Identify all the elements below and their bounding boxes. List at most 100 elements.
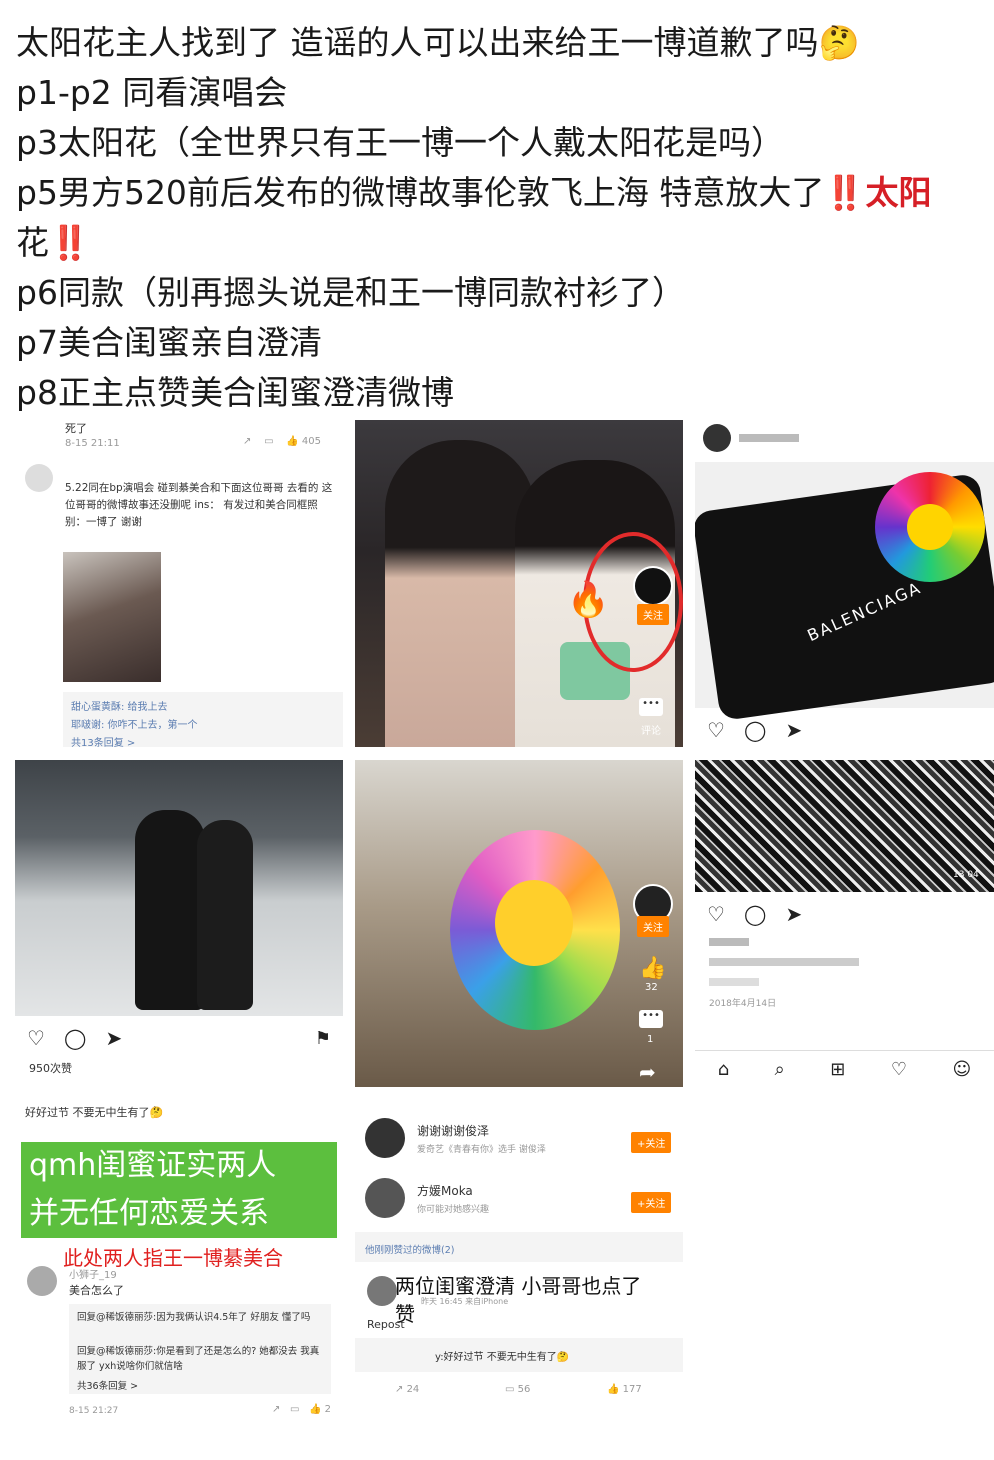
section-header: 他刚刚赞过的微博(2) [355, 1232, 683, 1262]
overlay-caption: qmh闺蜜证实两人 并无任何恋爱关系 [21, 1142, 337, 1238]
follow-button[interactable]: 关注 [637, 604, 669, 625]
post-line: p8正主点赞美合闺蜜澄清微博 [16, 373, 454, 412]
reply-box: 回复@稀饭德丽莎:因为我俩认识4.5年了 好朋友 懂了吗 回复@稀饭德丽莎:你是… [69, 1304, 331, 1394]
search-icon[interactable]: ⌕ [775, 1059, 785, 1080]
reply: 回复@稀饭德丽莎:因为我俩认识4.5年了 好朋友 懂了吗 [77, 1312, 311, 1323]
comment-icon[interactable]: ••• [639, 1010, 663, 1028]
bookmark-icon[interactable]: ⚑ [315, 1028, 331, 1049]
overlay-line: 并无任何恋爱关系 [29, 1196, 269, 1231]
follow-button[interactable]: +关注 [631, 1132, 672, 1153]
send-icon[interactable]: ➤ [786, 902, 803, 926]
post-line: p7美合闺蜜亲自澄清 [16, 323, 322, 362]
avatar[interactable] [27, 1266, 57, 1296]
like-count: 405 [301, 436, 322, 447]
like-button[interactable]: 👍 177 [607, 1384, 642, 1395]
post-line: p3太阳花（全世界只有王一博一个人戴太阳花是吗） [16, 123, 784, 162]
heart-icon[interactable]: ♡ [891, 1059, 907, 1080]
comment-icon[interactable]: ▭ [264, 436, 273, 447]
p1-top-text: 死了 [65, 422, 87, 435]
image-grid: 死了 8-15 21:11 ↗ ▭ 👍 405 5.22同在bp演唱会 碰到綦美… [0, 420, 994, 1460]
person-left [385, 440, 535, 747]
like-icon[interactable]: 👍 [286, 436, 298, 447]
p1-meta: 8-15 21:11 [65, 438, 120, 449]
username [709, 938, 749, 946]
quoted-text: y:好好过节 不要无中生有了🤔 [435, 1352, 570, 1363]
avatar[interactable] [25, 464, 53, 492]
image-p8[interactable]: 谢谢谢谢俊泽 爱奇艺《青春有你》选手 谢俊泽 +关注 方媛Moka 你可能对她感… [355, 1100, 683, 1428]
section-title: 他刚刚赞过的微博(2) [365, 1245, 455, 1256]
post-line: 花‼️ [16, 223, 91, 262]
action-bar: ♡ ◯ ➤ [707, 902, 816, 926]
home-icon[interactable]: ⌂ [718, 1059, 729, 1080]
image-p6[interactable]: 13 04 ♡ ◯ ➤ 2018年4月14日 ⌂ ⌕ ⊞ ♡ ☺ [695, 760, 994, 1087]
user-name: 谢谢谢谢俊泽 [417, 1124, 490, 1138]
like-icon[interactable]: 👍 [309, 1404, 321, 1415]
post-line: p6同款（别再摁头说是和王一博同款衬衫了） [16, 273, 685, 312]
comment-text: 美合怎么了 [69, 1284, 124, 1297]
photo-timestamp: 13 04 [953, 870, 979, 880]
post-line: p5男方520前后发布的微博故事伦敦飞上海 特意放大了‼️太阳 [16, 168, 992, 218]
more-replies-link[interactable]: 共13条回复 > [71, 734, 135, 747]
flower-center [495, 880, 573, 966]
post-text: 太阳花主人找到了 造谣的人可以出来给王一博道歉了吗🤔 p1-p2 同看演唱会 p… [16, 18, 992, 418]
image-p1[interactable]: 死了 8-15 21:11 ↗ ▭ 👍 405 5.22同在bp演唱会 碰到綦美… [15, 420, 343, 747]
p1-replies: 甜心蛋黄酥: 给我上去 耶啵谢: 你咋不上去，第一个 共13条回复 > [63, 692, 343, 747]
share-icon[interactable]: ➦ [639, 1060, 656, 1084]
repost-button[interactable]: ↗ 24 [395, 1384, 419, 1395]
comment-icon[interactable]: ◯ [64, 1026, 86, 1050]
profile-icon[interactable]: ☺ [952, 1059, 971, 1080]
image-p5[interactable]: 关注 👍 32 ••• 1 ➦ [355, 760, 683, 1087]
image-p2[interactable]: 🔥 关注 ••• 评论 [355, 420, 683, 747]
avatar[interactable] [633, 566, 673, 606]
flower-face [907, 504, 953, 550]
post-line-emoji: ‼️太阳 [824, 173, 932, 212]
avatar[interactable] [703, 424, 731, 452]
comment-icon[interactable]: ◯ [744, 902, 766, 926]
post-date: 2018年4月14日 [709, 999, 777, 1009]
p1-content: 5.22同在bp演唱会 碰到綦美合和下面这位哥哥 去看的 这位哥哥的微博故事还没… [65, 482, 333, 528]
avatar[interactable] [365, 1118, 405, 1158]
overlay-caption: 两位闺蜜澄清 小哥哥也点了 [395, 1274, 642, 1298]
username: 小狮子_19 [69, 1270, 117, 1281]
comment-icon[interactable]: ▭ [290, 1404, 299, 1415]
like-count: 2 [324, 1404, 331, 1415]
send-icon[interactable]: ➤ [786, 718, 803, 742]
share-icon[interactable]: ↗ [243, 436, 251, 447]
heart-icon[interactable]: ♡ [707, 902, 725, 926]
image-p4[interactable]: ♡ ◯ ➤ ⚑ 950次赞 [15, 760, 343, 1087]
comments [709, 978, 759, 986]
comment-button[interactable]: ▭ 56 [505, 1384, 530, 1395]
follow-button[interactable]: 关注 [637, 916, 669, 937]
meta: 8-15 21:27 [69, 1406, 119, 1416]
image-p3[interactable]: BALENCIAGA ♡ ◯ ➤ [695, 420, 994, 747]
comment-count: 1 [647, 1034, 654, 1045]
like-count: 32 [645, 982, 658, 993]
caption [709, 958, 859, 966]
tweed-photo [695, 760, 994, 892]
user-subtitle: 你可能对她感兴趣 [417, 1205, 490, 1215]
quoted-post[interactable]: y:好好过节 不要无中生有了🤔 [355, 1338, 683, 1372]
comment-icon[interactable]: ◯ [744, 718, 766, 742]
heart-icon[interactable]: ♡ [27, 1026, 45, 1050]
avatar[interactable] [365, 1178, 405, 1218]
image-p7[interactable]: 好好过节 不要无中生有了🤔 qmh闺蜜证实两人 并无任何恋爱关系 此处两人指王一… [15, 1100, 343, 1428]
action-bar: ♡ ◯ ➤ [707, 718, 816, 742]
comment-count: 56 [517, 1384, 531, 1395]
avatar[interactable] [367, 1276, 397, 1306]
reply: 耶啵谢: 你咋不上去，第一个 [71, 720, 198, 731]
post-line: 太阳花主人找到了 造谣的人可以出来给王一博道歉了吗🤔 [16, 23, 860, 62]
product-photo: BALENCIAGA [695, 462, 994, 722]
p1-photo[interactable] [63, 552, 161, 682]
more-replies-link[interactable]: 共36条回复 > [77, 1378, 138, 1392]
send-icon[interactable]: ➤ [106, 1026, 123, 1050]
share-icon[interactable]: ↗ [272, 1404, 280, 1415]
like-icon[interactable]: 👍 [639, 956, 666, 981]
person [135, 810, 205, 1010]
comment-icon[interactable]: ••• [639, 698, 663, 716]
action-bar: ♡ ◯ ➤ [27, 1026, 136, 1050]
post-line: p1-p2 同看演唱会 [16, 73, 288, 112]
follow-button[interactable]: +关注 [631, 1192, 672, 1213]
add-icon[interactable]: ⊞ [830, 1059, 845, 1080]
bottom-nav: ⌂ ⌕ ⊞ ♡ ☺ [695, 1050, 994, 1087]
heart-icon[interactable]: ♡ [707, 718, 725, 742]
